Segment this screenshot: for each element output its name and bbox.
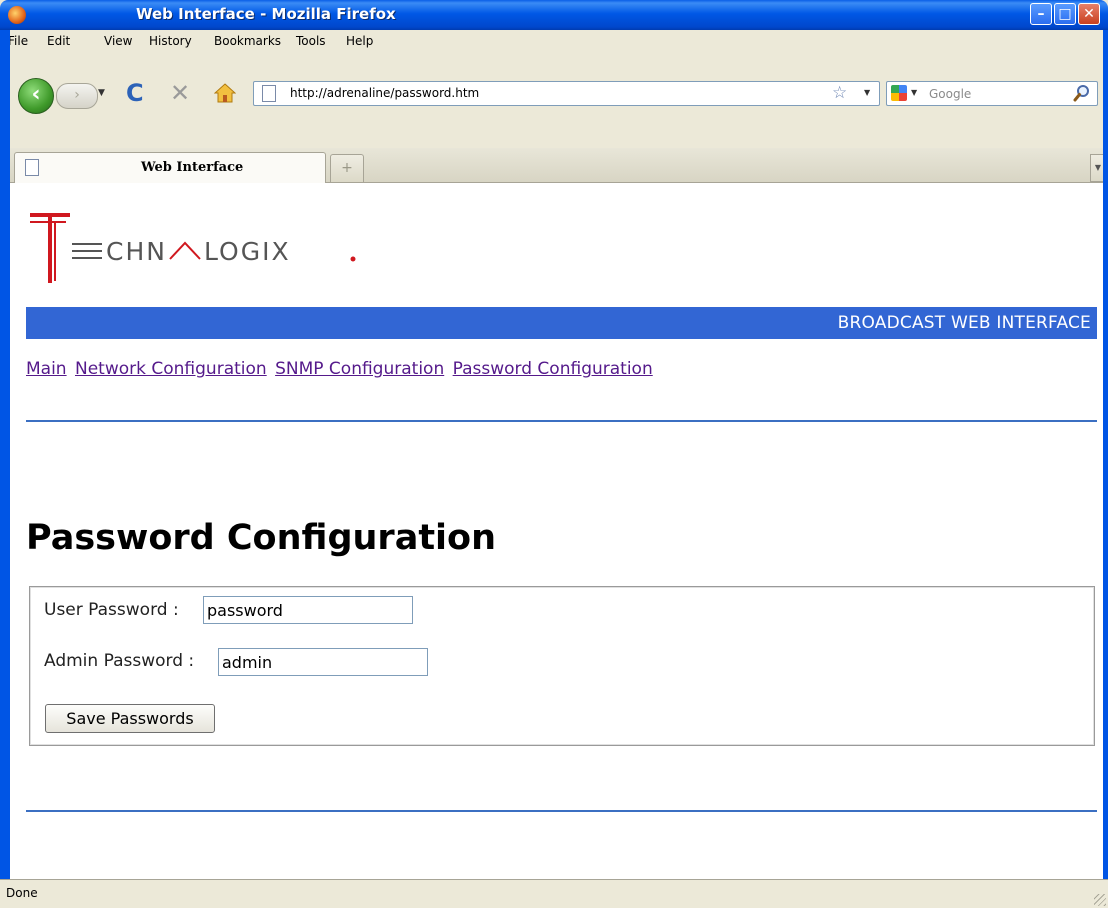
- menu-file[interactable]: File: [8, 34, 28, 48]
- page-nav: Main Network Configuration SNMP Configur…: [26, 359, 656, 379]
- new-tab-button[interactable]: +: [330, 154, 364, 182]
- search-engine-dropdown-icon[interactable]: ▼: [911, 88, 917, 97]
- forward-button[interactable]: ›: [56, 83, 98, 109]
- page-title: Password Configuration: [26, 518, 497, 558]
- window-frame-right: [1103, 30, 1108, 907]
- page-content: CHN LOGIX BROADCAST WEB INTERFACE Main N…: [10, 183, 1103, 879]
- home-icon[interactable]: [214, 83, 236, 103]
- banner-title: BROADCAST WEB INTERFACE: [837, 313, 1091, 333]
- admin-password-input[interactable]: [218, 648, 428, 676]
- url-dropdown-icon[interactable]: ▼: [864, 88, 870, 97]
- url-bar[interactable]: http://adrenaline/password.htm ☆ ▼: [253, 81, 880, 106]
- tab-label: Web Interface: [141, 160, 244, 175]
- user-password-label: User Password :: [44, 600, 179, 620]
- menu-edit[interactable]: Edit: [47, 34, 70, 48]
- title-bar[interactable]: Web Interface - Mozilla Firefox – □ ✕: [0, 0, 1108, 30]
- status-bar: Done: [0, 879, 1108, 908]
- menu-view[interactable]: View: [104, 34, 132, 48]
- svg-text:CHN: CHN: [106, 237, 167, 266]
- browser-window: Web Interface - Mozilla Firefox – □ ✕ Fi…: [0, 0, 1108, 908]
- url-text[interactable]: http://adrenaline/password.htm: [290, 86, 479, 100]
- header-banner: BROADCAST WEB INTERFACE: [26, 307, 1097, 339]
- menu-bar: File Edit View History Bookmarks Tools H…: [0, 30, 1108, 52]
- close-button[interactable]: ✕: [1078, 3, 1100, 25]
- firefox-icon: [8, 6, 26, 24]
- history-dropdown-icon[interactable]: ▼: [98, 88, 105, 98]
- menu-history[interactable]: History: [149, 34, 192, 48]
- minimize-button[interactable]: –: [1030, 3, 1052, 25]
- resize-grip[interactable]: [1094, 894, 1106, 906]
- search-input[interactable]: Google: [929, 87, 971, 101]
- page-icon: [262, 85, 276, 102]
- top-divider: [26, 420, 1097, 422]
- menu-help[interactable]: Help: [346, 34, 373, 48]
- window-title: Web Interface - Mozilla Firefox: [136, 5, 396, 23]
- window-frame-left: [0, 30, 10, 907]
- nav-link-password-configuration[interactable]: Password Configuration: [453, 359, 653, 379]
- svg-text:LOGIX: LOGIX: [204, 237, 291, 266]
- stop-icon[interactable]: ✕: [170, 79, 190, 107]
- save-passwords-button[interactable]: Save Passwords: [45, 704, 215, 733]
- bookmark-star-icon[interactable]: ☆: [832, 83, 847, 103]
- back-button[interactable]: ‹: [18, 78, 54, 114]
- search-bar[interactable]: ▼ Google: [886, 81, 1098, 106]
- bookmarks-toolbar: [0, 118, 1108, 149]
- nav-link-network-configuration[interactable]: Network Configuration: [75, 359, 267, 379]
- page-icon: [25, 159, 39, 176]
- bottom-divider: [26, 810, 1097, 812]
- technalogix-logo: CHN LOGIX: [30, 213, 356, 283]
- tab-web-interface[interactable]: Web Interface: [14, 152, 326, 183]
- status-text: Done: [6, 886, 38, 900]
- password-form: User Password : Admin Password : Save Pa…: [29, 586, 1095, 746]
- search-icon[interactable]: [1073, 84, 1091, 102]
- reload-icon[interactable]: C: [126, 79, 144, 107]
- menu-bookmarks[interactable]: Bookmarks: [214, 34, 281, 48]
- menu-tools[interactable]: Tools: [296, 34, 326, 48]
- admin-password-label: Admin Password :: [44, 651, 195, 671]
- nav-link-main[interactable]: Main: [26, 359, 67, 379]
- nav-link-snmp-configuration[interactable]: SNMP Configuration: [275, 359, 444, 379]
- maximize-button[interactable]: □: [1054, 3, 1076, 25]
- user-password-input[interactable]: [203, 596, 413, 624]
- google-icon[interactable]: [891, 85, 907, 101]
